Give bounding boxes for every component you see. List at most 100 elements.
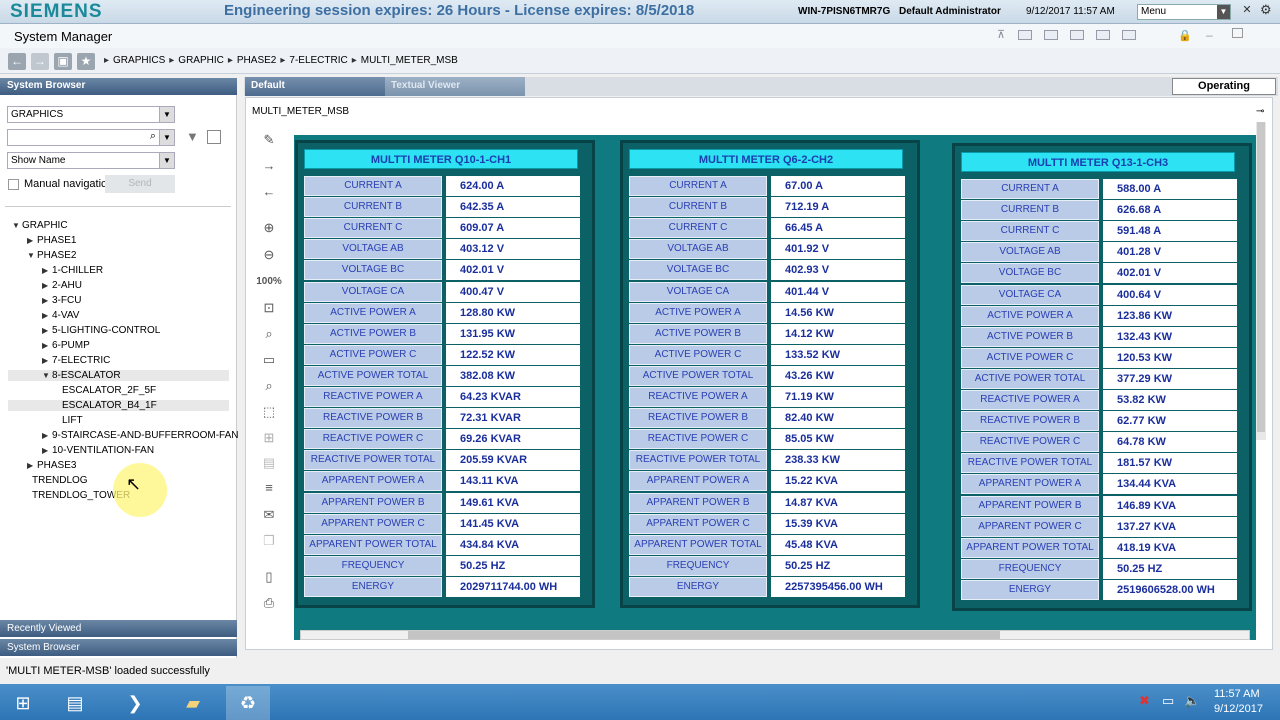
meter-row-value[interactable]: 712.19 A <box>771 197 905 218</box>
meter-row-value[interactable]: 181.57 KW <box>1103 453 1237 474</box>
meter-row-value[interactable]: 67.00 A <box>771 176 905 196</box>
copy-icon[interactable]: ❐ <box>258 533 280 549</box>
arrow-right-icon[interactable]: → <box>258 158 280 173</box>
layout-panel-icon[interactable] <box>1070 30 1084 40</box>
print-icon[interactable]: ⎙ <box>258 595 280 611</box>
zoom-out-icon[interactable]: ⊖ <box>258 247 280 263</box>
meter-row-value[interactable]: 591.48 A <box>1103 221 1237 242</box>
select-area-icon[interactable]: ⬚ <box>258 404 280 420</box>
meter-row-value[interactable]: 62.77 KW <box>1103 411 1237 432</box>
search-icon[interactable]: ⌕ <box>150 130 156 143</box>
pen-icon[interactable]: ✎ <box>258 132 280 148</box>
meter-row-value[interactable]: 122.52 KW <box>446 344 580 365</box>
network-alert-icon[interactable]: ✖ <box>1139 693 1150 709</box>
meter-row-value[interactable]: 15.39 KVA <box>771 513 905 534</box>
collapsed-arrow-icon[interactable]: ▶ <box>42 431 52 440</box>
tree-item[interactable]: ▶ 5-LIGHTING-CONTROL <box>12 325 160 336</box>
lock-icon[interactable]: 🔒 <box>1178 29 1192 42</box>
recently-viewed-bar[interactable]: Recently Viewed <box>0 620 237 637</box>
meter-row-value[interactable]: 401.44 V <box>771 281 905 302</box>
meter-row-value[interactable]: 401.92 V <box>771 239 905 260</box>
meter-row-value[interactable]: 71.19 KW <box>771 387 905 407</box>
layers-icon[interactable]: ⊞ <box>258 430 280 446</box>
view-select[interactable]: GRAPHICS ▼ <box>7 106 175 123</box>
tab-default[interactable]: Default <box>245 77 385 96</box>
meter-row-value[interactable]: 401.28 V <box>1103 242 1237 263</box>
home-button[interactable]: ▣ <box>54 53 72 70</box>
mode-button[interactable]: Operating <box>1172 78 1276 95</box>
meter-row-value[interactable]: 128.80 KW <box>446 302 580 323</box>
meter-row-value[interactable]: 132.43 KW <box>1103 326 1237 347</box>
meter-row-value[interactable]: 382.08 KW <box>446 365 580 386</box>
breadcrumb-item[interactable]: GRAPHICS <box>113 55 165 66</box>
desigo-app-icon[interactable]: ♻ <box>226 686 270 720</box>
breadcrumb-item[interactable]: PHASE2 <box>237 55 276 66</box>
meter-row-value[interactable]: 418.19 KVA <box>1103 537 1237 558</box>
meter-row-value[interactable]: 64.78 KW <box>1103 432 1237 453</box>
name-select[interactable]: Show Name ▼ <box>7 152 175 169</box>
zoom-fit-icon[interactable]: ⊡ <box>258 300 280 316</box>
meter-row-value[interactable]: 400.47 V <box>446 281 580 302</box>
tree-item[interactable]: ▼ PHASE2 <box>12 250 76 261</box>
meter-row-value[interactable]: 50.25 HZ <box>1103 558 1237 579</box>
meter-row-value[interactable]: 50.25 HZ <box>446 555 580 576</box>
tree-item[interactable]: ▶ 1-CHILLER <box>12 265 103 276</box>
layout-grid-icon[interactable] <box>1018 30 1032 40</box>
monitor-icon[interactable]: ▭ <box>1162 693 1174 709</box>
tree-item[interactable]: ▼ 8-ESCALATOR <box>8 370 229 381</box>
filter-icon[interactable]: ▼ <box>186 129 199 144</box>
tree-item[interactable]: ▶ 2-AHU <box>12 280 82 291</box>
collapsed-arrow-icon[interactable]: ▶ <box>42 266 52 275</box>
volume-icon[interactable]: 🔈 <box>1184 693 1200 709</box>
layout-icon[interactable]: ⊼ <box>997 28 1011 41</box>
system-browser-tab[interactable]: System Browser <box>0 639 237 656</box>
send-button[interactable]: Send <box>105 175 175 193</box>
meter-row-value[interactable]: 377.29 KW <box>1103 368 1237 389</box>
maximize-icon[interactable] <box>1232 28 1243 38</box>
manual-navigation-checkbox[interactable] <box>8 179 19 190</box>
meter-row-value[interactable]: 609.07 A <box>446 218 580 239</box>
collapsed-arrow-icon[interactable]: ▶ <box>42 281 52 290</box>
arrow-left-icon[interactable]: ← <box>258 184 280 199</box>
tree-item[interactable]: ▼ GRAPHIC <box>12 220 68 231</box>
meter-row-value[interactable]: 2519606528.00 WH <box>1103 579 1237 600</box>
tree-item[interactable]: ▶ 10-VENTILATION-FAN <box>12 445 154 456</box>
meter-row-value[interactable]: 2257395456.00 WH <box>771 576 905 597</box>
meter-row-value[interactable]: 205.59 KVAR <box>446 450 580 471</box>
gear-icon[interactable]: ⚙ <box>1260 2 1272 18</box>
breadcrumb-item[interactable]: GRAPHIC <box>178 55 224 66</box>
meter-row-value[interactable]: 402.93 V <box>771 260 905 281</box>
meter-row-value[interactable]: 434.84 KVA <box>446 534 580 555</box>
meter-row-value[interactable]: 238.33 KW <box>771 450 905 471</box>
zoom-level[interactable]: 100% <box>254 276 284 287</box>
meter-row-value[interactable]: 123.86 KW <box>1103 305 1237 326</box>
meter-row-value[interactable]: 137.27 KVA <box>1103 516 1237 537</box>
meter-row-value[interactable]: 400.64 V <box>1103 284 1237 305</box>
collapsed-arrow-icon[interactable]: ▶ <box>27 461 37 470</box>
collapsed-arrow-icon[interactable]: ▶ <box>42 341 52 350</box>
meter-row-value[interactable]: 402.01 V <box>446 260 580 281</box>
file-explorer-icon[interactable]: ▰ <box>174 686 212 720</box>
scrollbar-thumb[interactable] <box>408 631 1000 639</box>
layout-split-icon[interactable] <box>1044 30 1058 40</box>
layout-single-icon[interactable] <box>1096 30 1110 40</box>
tree-item[interactable]: ▶ 4-VAV <box>12 310 79 321</box>
forward-button[interactable]: → <box>31 53 49 70</box>
tree-item[interactable]: ▶ 7-ELECTRIC <box>12 355 110 366</box>
expanded-arrow-icon[interactable]: ▼ <box>27 251 37 260</box>
meter-row-value[interactable]: 53.82 KW <box>1103 390 1237 410</box>
collapsed-arrow-icon[interactable]: ▶ <box>42 326 52 335</box>
meter-row-value[interactable]: 82.40 KW <box>771 408 905 429</box>
magnifier-icon[interactable]: ⌕ <box>258 326 280 342</box>
menu-dropdown[interactable]: Menu ▼ <box>1137 4 1231 20</box>
meter-row-value[interactable]: 14.87 KVA <box>771 492 905 513</box>
meter-row-value[interactable]: 14.12 KW <box>771 323 905 344</box>
window-icon[interactable]: ▭ <box>258 352 280 368</box>
favorite-button[interactable]: ★ <box>77 53 95 70</box>
meter-row-value[interactable]: 131.95 KW <box>446 323 580 344</box>
collapsed-arrow-icon[interactable]: ▶ <box>42 446 52 455</box>
zoom-in-icon[interactable]: ⊕ <box>258 220 280 236</box>
collapsed-arrow-icon[interactable]: ▶ <box>42 311 52 320</box>
meter-row-value[interactable]: 588.00 A <box>1103 179 1237 199</box>
meter-row-value[interactable]: 15.22 KVA <box>771 471 905 492</box>
